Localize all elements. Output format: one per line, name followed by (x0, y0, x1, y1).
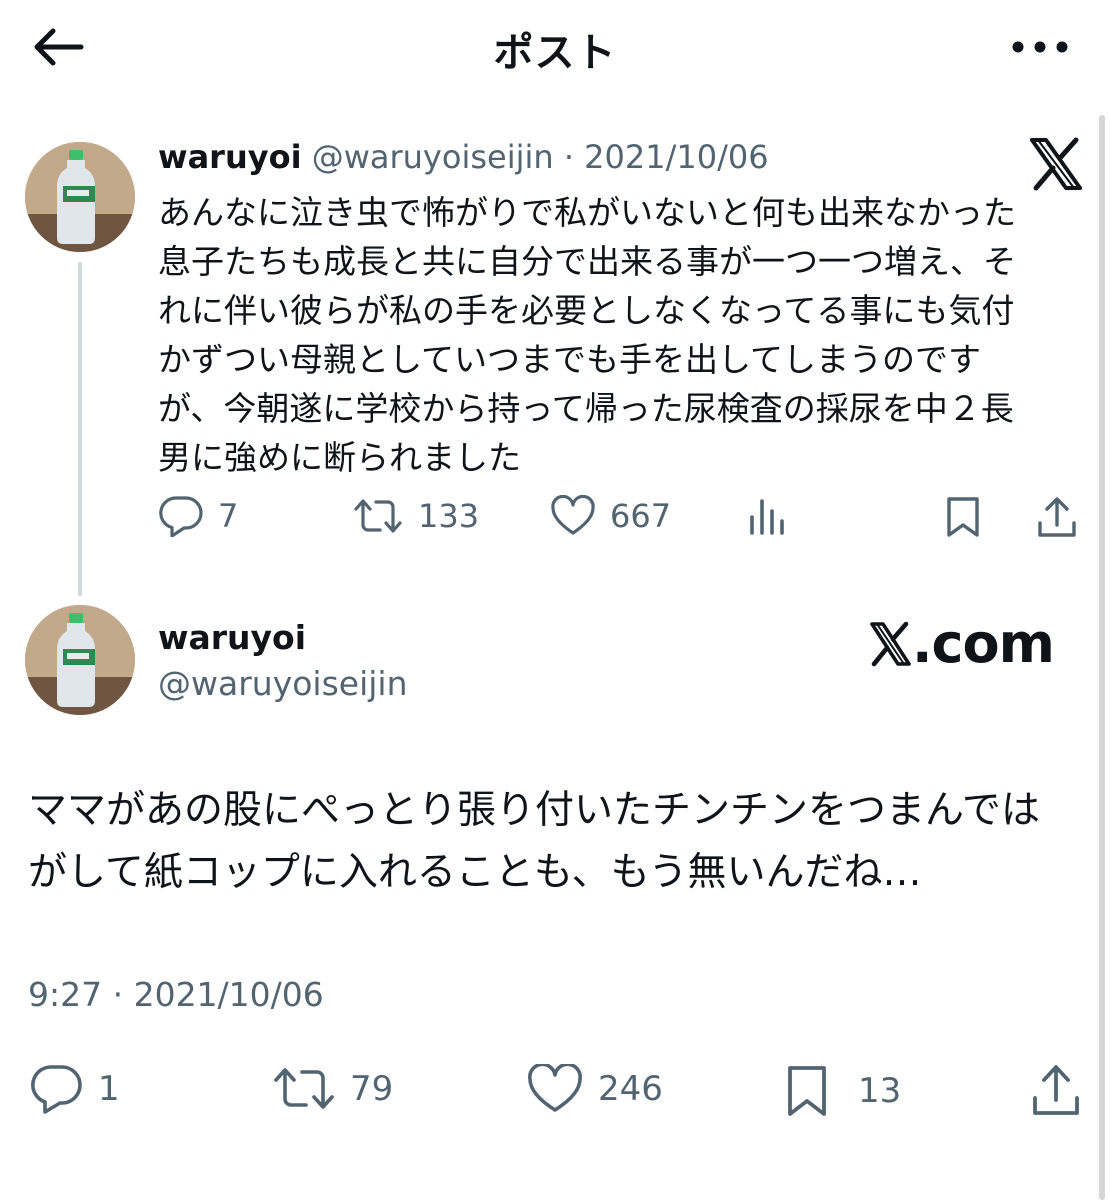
views-icon (750, 499, 784, 535)
quoted-post-header: waruyoi @waruyoiseijin · 2021/10/06 (158, 138, 769, 176)
handle[interactable]: @waruyoiseijin (312, 138, 554, 176)
reply-button[interactable]: 1 (28, 1064, 120, 1114)
water-bottle-avatar-icon (25, 605, 135, 715)
repost-button[interactable]: 133 (352, 495, 479, 537)
repost-count: 133 (418, 497, 480, 535)
scrollbar[interactable] (1099, 115, 1105, 1200)
repost-icon (274, 1068, 334, 1109)
reply-button[interactable]: 7 (158, 495, 238, 537)
x-logo-icon (870, 621, 911, 666)
bookmark-button[interactable] (944, 495, 982, 539)
handle[interactable]: @waruyoiseijin (158, 664, 408, 703)
x-com-logo: .com (868, 612, 1055, 675)
reply-count: 1 (98, 1069, 120, 1109)
repost-icon (354, 499, 402, 533)
share-button[interactable] (1036, 495, 1078, 539)
post-date[interactable]: 2021/10/06 (584, 138, 768, 176)
x-logo-icon (1026, 136, 1086, 192)
bookmark-icon (788, 1066, 826, 1116)
heart-icon (528, 1064, 582, 1112)
display-name[interactable]: waruyoi (158, 138, 302, 176)
more-icon (1012, 41, 1068, 53)
separator: · (563, 138, 574, 176)
thread-line (78, 262, 82, 596)
reply-icon (31, 1065, 82, 1114)
avatar[interactable] (25, 605, 135, 715)
more-options-button[interactable] (995, 22, 1085, 72)
like-button[interactable]: 667 (550, 495, 671, 537)
repost-button[interactable]: 79 (272, 1064, 393, 1114)
water-bottle-avatar-icon (25, 142, 135, 252)
page-title: ポスト (493, 30, 617, 76)
bookmark-count: 13 (858, 1071, 902, 1111)
views-button[interactable] (748, 495, 788, 537)
like-count: 667 (610, 497, 672, 535)
post-timestamp[interactable]: 9:27 · 2021/10/06 (28, 975, 324, 1014)
display-name[interactable]: waruyoi (158, 618, 306, 657)
repost-count: 79 (350, 1069, 394, 1109)
bookmark-button[interactable]: 13 (784, 1064, 901, 1118)
reply-count: 7 (218, 497, 239, 535)
share-button[interactable] (1030, 1062, 1082, 1118)
bookmark-icon (947, 497, 979, 537)
post-text: ママがあの股にぺっとり張り付いたチンチンをつまんでは がして紙コップに入れること… (28, 788, 1041, 895)
brand-text: .com (912, 612, 1055, 675)
heart-icon (551, 495, 595, 535)
share-icon (1038, 497, 1076, 537)
avatar[interactable] (25, 142, 135, 252)
quoted-post-text: あんなに泣き虫で怖がりで私がいないと何も出来なかった 息子たちも成長と共に自分で… (158, 193, 1016, 477)
like-count: 246 (598, 1069, 663, 1109)
share-icon (1033, 1065, 1079, 1115)
like-button[interactable]: 246 (526, 1064, 663, 1114)
reply-icon (159, 496, 203, 537)
